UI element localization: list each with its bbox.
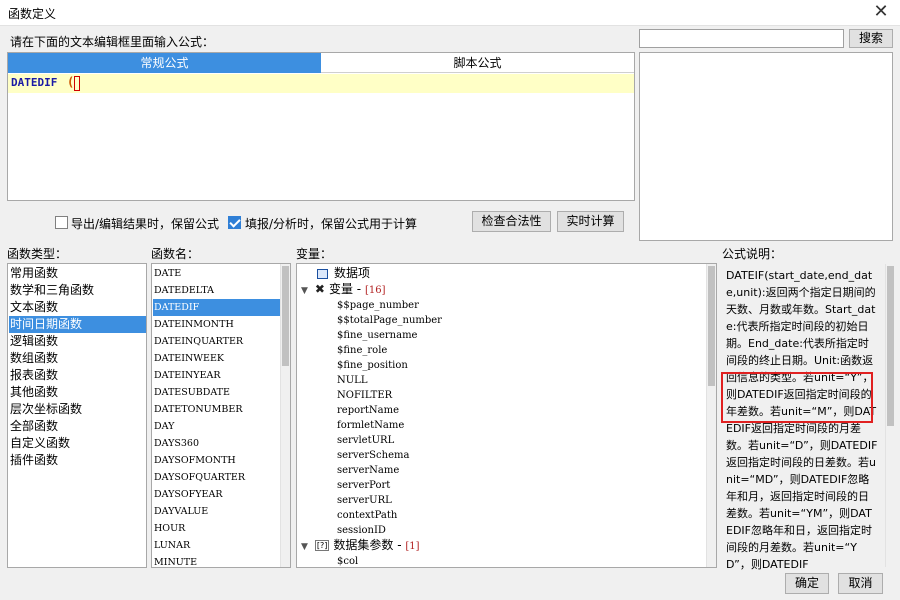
tree-leaf[interactable]: reportName <box>337 403 399 418</box>
check-validity-button[interactable]: 检查合法性 <box>472 211 551 232</box>
tree-leaf[interactable]: sessionID <box>337 523 386 538</box>
formula-line[interactable]: DATEDIF ( <box>8 74 634 93</box>
list-item[interactable]: DATEINMONTH <box>153 316 280 333</box>
ok-button[interactable]: 确定 <box>785 573 829 594</box>
tree-leaf[interactable]: NULL <box>337 373 367 388</box>
list-item[interactable]: DATESUBDATE <box>153 384 280 401</box>
tree-item-vars-group[interactable]: ▼ ✖ 变量 - [16] <box>301 282 385 297</box>
tab-script-formula[interactable]: 脚本公式 <box>321 53 634 73</box>
text-caret <box>74 76 80 91</box>
list-item[interactable]: DAYS360 <box>153 435 280 452</box>
list-item[interactable]: DAYSOFMONTH <box>153 452 280 469</box>
tree-leaf[interactable]: serverURL <box>337 493 392 508</box>
instruction-label: 请在下面的文本编辑框里面输入公式： <box>10 35 215 49</box>
formula-function-name: DATEDIF <box>11 76 58 89</box>
tree-leaf[interactable]: $fine_role <box>337 343 387 358</box>
list-item[interactable]: DATE <box>153 265 280 282</box>
variable-tree[interactable]: 数据项 ▼ ✖ 变量 - [16] $$page_number $$totalPag… <box>296 263 717 568</box>
chevron-down-icon[interactable]: ▼ <box>301 542 308 552</box>
list-item[interactable]: MINUTE <box>153 554 280 567</box>
list-item[interactable]: DATEINWEEK <box>153 350 280 367</box>
export-keep-formula-label: 导出/编辑结果时，保留公式 <box>71 217 220 231</box>
tree-leaf[interactable]: formletName <box>337 418 404 433</box>
function-list[interactable]: DATE DATEDELTA DATEDIF DATEINMONTH DATEI… <box>151 263 291 568</box>
list-item[interactable]: DATETONUMBER <box>153 401 280 418</box>
list-item-selected[interactable]: DATEDIF <box>153 299 281 316</box>
tree-leaf[interactable]: $$page_number <box>337 298 419 313</box>
category-list[interactable]: 常用函数 数学和三角函数 文本函数 时间日期函数 逻辑函数 数组函数 报表函数 … <box>7 263 147 568</box>
fill-keep-formula-checkbox[interactable] <box>228 216 241 229</box>
tree-leaf[interactable]: servletURL <box>337 433 394 448</box>
tree-leaf[interactable]: $fine_username <box>337 328 417 343</box>
list-item[interactable]: 逻辑函数 <box>9 333 145 350</box>
tree-leaf[interactable]: contextPath <box>337 508 397 523</box>
formula-editor[interactable]: 常规公式 脚本公式 DATEDIF ( <box>7 52 635 201</box>
tree-leaf[interactable]: $fine_position <box>337 358 408 373</box>
tree-leaf[interactable]: NOFILTER <box>337 388 392 403</box>
list-item[interactable]: DATEDELTA <box>153 282 280 299</box>
function-name-label: 函数名： <box>151 247 200 261</box>
parameter-icon: [?] <box>314 540 330 551</box>
tree-leaf[interactable]: $col <box>337 554 358 567</box>
description-scrollbar[interactable] <box>885 264 895 567</box>
export-keep-formula-checkbox[interactable] <box>55 216 68 229</box>
tab-normal-formula[interactable]: 常规公式 <box>8 53 321 73</box>
list-item[interactable]: DAYSOFQUARTER <box>153 469 280 486</box>
realtime-calc-button[interactable]: 实时计算 <box>557 211 624 232</box>
scrollbar-thumb[interactable] <box>887 266 894 426</box>
list-item[interactable]: 数学和三角函数 <box>9 282 145 299</box>
list-item[interactable]: DATEINYEAR <box>153 367 280 384</box>
tree-leaf[interactable]: serverPort <box>337 478 390 493</box>
list-item[interactable]: 自定义函数 <box>9 435 145 452</box>
cancel-button[interactable]: 取消 <box>838 573 883 594</box>
list-item[interactable]: DATEINQUARTER <box>153 333 280 350</box>
list-item[interactable]: 全部函数 <box>9 418 145 435</box>
list-item-selected[interactable]: 时间日期函数 <box>9 316 146 333</box>
list-item[interactable]: 插件函数 <box>9 452 145 469</box>
variable-label: 变量： <box>296 247 333 261</box>
scrollbar-thumb[interactable] <box>282 266 289 366</box>
window-title: 函数定义 <box>8 7 57 21</box>
description-label: 公式说明： <box>722 247 783 261</box>
search-button[interactable]: 搜索 <box>849 29 893 48</box>
list-item[interactable]: DAYSOFYEAR <box>153 486 280 503</box>
tree-leaf[interactable]: $$totalPage_number <box>337 313 442 328</box>
list-item[interactable]: 常用函数 <box>9 265 145 282</box>
list-item[interactable]: 其他函数 <box>9 384 145 401</box>
scrollbar-thumb[interactable] <box>708 266 715 386</box>
tree-item-dataitem[interactable]: 数据项 <box>317 266 370 281</box>
tree-leaf[interactable]: serverName <box>337 463 399 478</box>
list-item[interactable]: 报表函数 <box>9 367 145 384</box>
category-label: 函数类型： <box>7 247 68 261</box>
close-icon[interactable]: ✕ <box>870 1 892 23</box>
tree-item-dataset-params[interactable]: ▼ [?] 数据集参数 - [1] <box>301 538 420 553</box>
list-item[interactable]: LUNAR <box>153 537 280 554</box>
tree-leaf[interactable]: serverSchema <box>337 448 409 463</box>
tree-group-count: [1] <box>405 541 420 552</box>
tree-group-count: [16] <box>364 285 386 296</box>
fill-keep-formula-label: 填报/分析时，保留公式用于计算 <box>245 217 418 231</box>
function-list-scrollbar[interactable] <box>280 264 290 567</box>
variable-x-icon: ✖ <box>314 282 325 296</box>
list-item[interactable]: 文本函数 <box>9 299 145 316</box>
tree-item-label: 数据项 <box>334 266 371 280</box>
tree-group-label: 数据集参数 - <box>333 538 406 552</box>
highlight-box <box>721 372 873 423</box>
list-item[interactable]: DAYVALUE <box>153 503 280 520</box>
search-input[interactable] <box>639 29 844 48</box>
list-item[interactable]: 层次坐标函数 <box>9 401 145 418</box>
variable-tree-scrollbar[interactable] <box>706 264 716 567</box>
tree-group-label: 变量 - <box>328 282 365 296</box>
list-item[interactable]: DAY <box>153 418 280 435</box>
list-item[interactable]: 数组函数 <box>9 350 145 367</box>
title-bar: 函数定义 ✕ <box>0 0 900 26</box>
list-item[interactable]: HOUR <box>153 520 280 537</box>
chevron-down-icon[interactable]: ▼ <box>301 286 308 296</box>
search-results-panel[interactable] <box>639 52 893 241</box>
data-item-icon <box>317 268 328 279</box>
